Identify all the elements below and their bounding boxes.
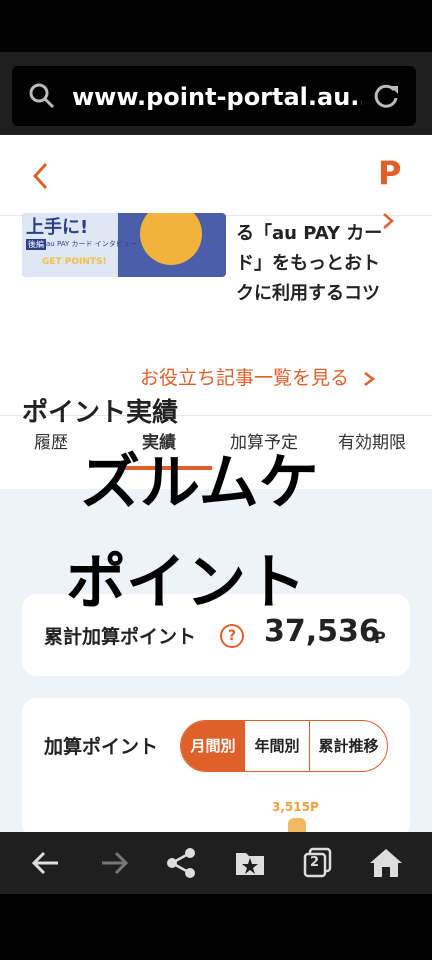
- toggle-yearly[interactable]: 年間別: [245, 721, 310, 771]
- tab-expiry[interactable]: 有効期限: [338, 416, 406, 470]
- banner-tag: 後編: [26, 239, 46, 250]
- toggle-cumulative[interactable]: 累計推移: [310, 721, 387, 771]
- period-toggle: 月間別 年間別 累計推移: [180, 720, 388, 772]
- search-icon: [29, 83, 55, 109]
- app-header: [0, 135, 432, 216]
- overlay-text-line1: ズルムケ: [80, 448, 319, 518]
- total-points-unit: P: [374, 628, 386, 647]
- url-text[interactable]: www.point-portal.au...: [72, 78, 362, 116]
- point-logo[interactable]: P: [378, 153, 401, 193]
- share-icon[interactable]: [162, 845, 202, 881]
- banner-sub: au PAY カード インタビュー: [46, 240, 137, 248]
- toggle-monthly[interactable]: 月間別: [181, 721, 245, 771]
- home-icon[interactable]: [366, 845, 406, 881]
- added-points-card: 加算ポイント 月間別 年間別 累計推移 3,515P: [22, 698, 410, 838]
- chevron-right-icon: [364, 371, 376, 386]
- section-title: ポイント実績: [22, 398, 179, 428]
- tabs-icon[interactable]: 2: [298, 845, 338, 881]
- overlay-text-line2: ポイント: [66, 548, 306, 618]
- help-icon[interactable]: ?: [220, 624, 244, 648]
- article-text[interactable]: る「au PAY カード」をもっとおトクに利用するコツ: [236, 219, 386, 309]
- reload-icon[interactable]: [372, 82, 400, 110]
- system-nav-area: [0, 894, 432, 960]
- article-banner[interactable]: 上手に! 後編 au PAY カード インタビュー GET POINTS!: [22, 213, 226, 277]
- banner-title: 上手に!: [26, 217, 89, 238]
- total-points-value: 37,536: [264, 614, 380, 649]
- total-points-label: 累計加算ポイント: [44, 626, 197, 648]
- added-points-label: 加算ポイント: [44, 736, 159, 758]
- status-bar: [0, 0, 432, 52]
- chevron-right-icon: [383, 213, 394, 229]
- more-articles-link[interactable]: お役立ち記事一覧を見る: [140, 363, 377, 390]
- point-coin-image: [140, 213, 202, 265]
- tab-count: 2: [310, 855, 320, 870]
- bookmarks-icon[interactable]: [230, 845, 270, 881]
- more-articles-label: お役立ち記事一覧を見る: [140, 367, 350, 389]
- back-icon[interactable]: [26, 845, 66, 881]
- chart-bar-label: 3,515P: [272, 800, 319, 814]
- banner-badge: GET POINTS!: [42, 257, 107, 267]
- forward-icon[interactable]: [94, 845, 134, 881]
- back-chevron-icon[interactable]: [30, 161, 52, 191]
